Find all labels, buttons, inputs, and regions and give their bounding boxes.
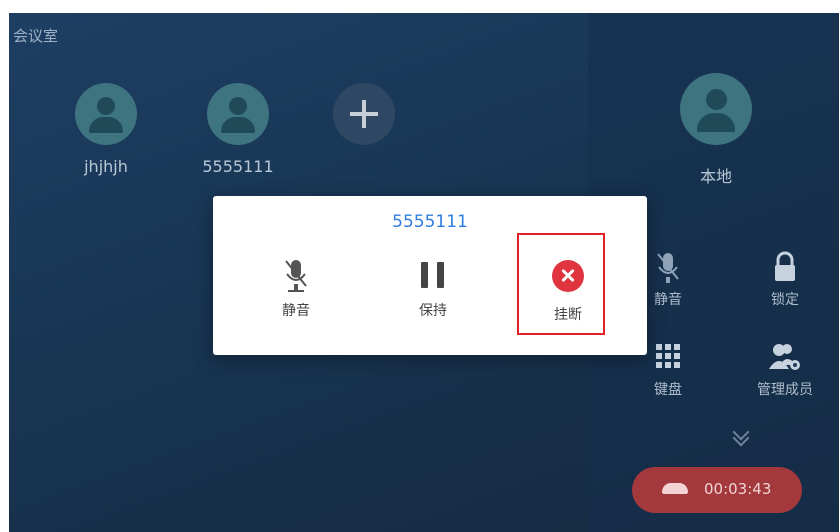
participant-name: 5555111 xyxy=(202,157,274,176)
dialog-mute-button[interactable]: 静音 xyxy=(256,256,336,320)
manage-members-icon xyxy=(745,339,825,375)
add-participant-button[interactable] xyxy=(333,83,395,145)
hold-label: 保持 xyxy=(419,303,447,319)
mic-off-icon xyxy=(256,256,336,294)
hold-button[interactable]: 保持 xyxy=(393,256,473,320)
highlight-box xyxy=(517,233,605,335)
avatar-icon xyxy=(207,83,269,145)
local-label: 本地 xyxy=(699,167,732,186)
dialog-title: 5555111 xyxy=(392,212,468,232)
dialog-mute-label: 静音 xyxy=(282,303,310,319)
avatar-icon xyxy=(75,83,137,145)
participant-5555111[interactable]: 5555111 xyxy=(193,83,283,176)
lock-icon xyxy=(745,249,825,285)
phone-hangup-icon xyxy=(662,483,688,494)
participant-jhjhjh[interactable]: jhjhjh xyxy=(61,83,151,176)
manage-members-label: 管理成员 xyxy=(757,382,813,398)
screen-title: 会议室 xyxy=(13,27,59,45)
conference-screen: 会议室 jhjhjh 5555111 本地 静音 锁定 键盘 管理成员 00:0… xyxy=(9,13,839,532)
local-avatar-icon xyxy=(680,73,752,145)
pause-icon xyxy=(393,256,473,294)
lock-button[interactable]: 锁定 xyxy=(745,249,825,309)
hangup-timer-button[interactable]: 00:03:43 xyxy=(632,467,802,513)
manage-members-button[interactable]: 管理成员 xyxy=(745,339,825,399)
call-timer: 00:03:43 xyxy=(704,480,772,498)
keypad-label: 键盘 xyxy=(654,382,682,398)
participant-name: jhjhjh xyxy=(84,157,128,176)
lock-label: 锁定 xyxy=(771,292,799,308)
